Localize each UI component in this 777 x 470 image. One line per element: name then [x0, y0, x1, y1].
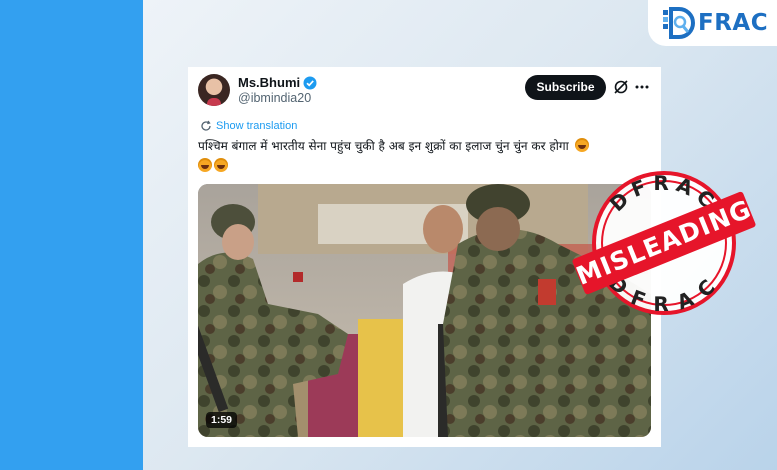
rofl-emoji-icon [574, 138, 589, 152]
dfrac-logo-icon [662, 6, 696, 40]
brand-name: FRAC [698, 10, 769, 36]
tweet-body: पश्चिम बंगाल में भारतीय सेना पहुंच चुकी … [198, 139, 569, 153]
show-translation-label: Show translation [216, 120, 298, 132]
author-name[interactable]: Ms.Bhumi [238, 75, 317, 90]
subscribe-button[interactable]: Subscribe [525, 75, 606, 100]
more-options-icon[interactable] [634, 79, 650, 95]
show-translation-link[interactable]: Show translation [200, 120, 297, 132]
author-name-label: Ms.Bhumi [238, 75, 301, 90]
verified-badge-icon [303, 76, 317, 89]
translate-icon [201, 120, 211, 131]
video-duration: 1:59 [206, 412, 238, 428]
misleading-stamp: DFRAC DFRAC MISLEADING [570, 168, 756, 318]
rofl-emoji-icon [214, 158, 228, 172]
brand-logo: FRAC [648, 0, 777, 46]
left-background-panel [0, 0, 143, 470]
joy-emoji-icon [198, 158, 212, 172]
author-handle[interactable]: @ibmindia20 [238, 91, 311, 105]
avatar[interactable] [198, 74, 230, 106]
grok-icon[interactable] [613, 79, 629, 95]
